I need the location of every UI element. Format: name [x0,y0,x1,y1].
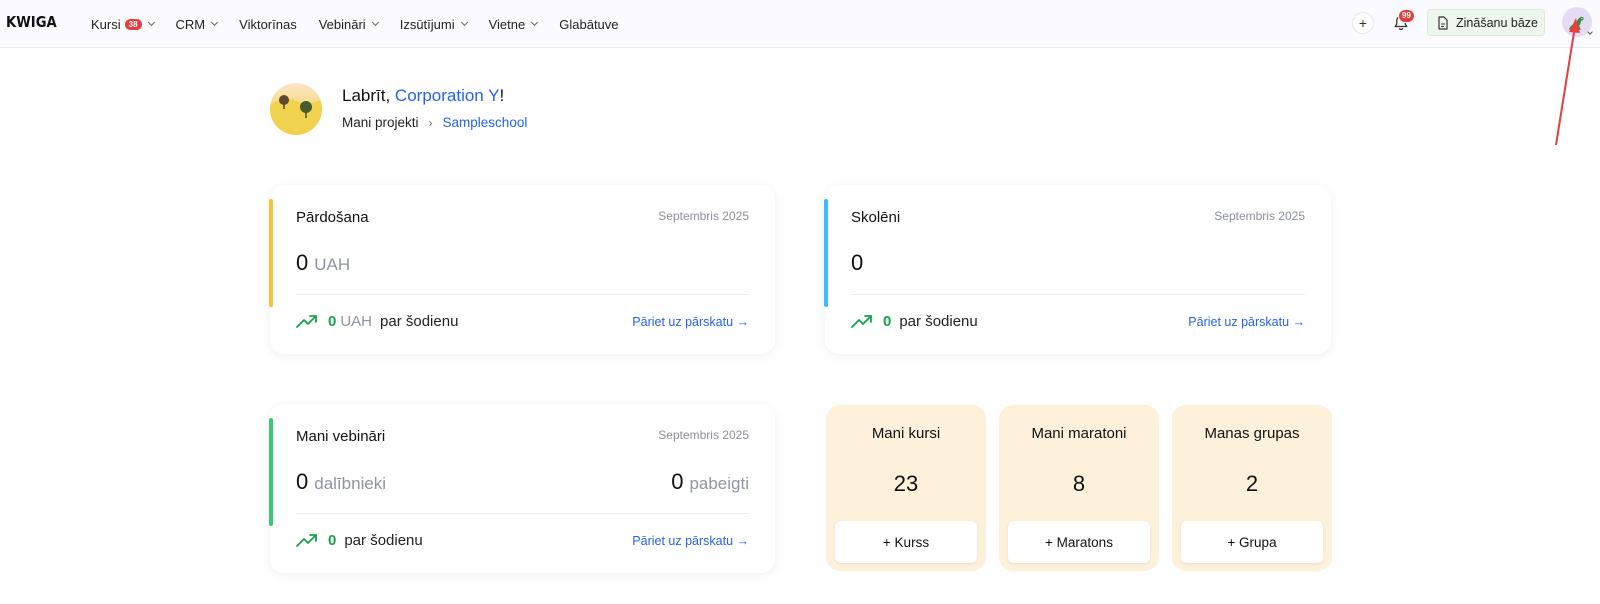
sales-card: Pārdošana Septembris 2025 0 UAH 0 UAH par… [269,185,775,354]
participants-count: 0 [296,469,309,494]
today-label: par šodienu [899,313,978,330]
tile-my-courses: Mani kursi 23 + Kurss [826,405,986,571]
tile-title: Mani kursi [871,425,941,442]
menu-item-label: CRM [175,16,206,32]
menu-item-label: Glabātuve [559,16,619,32]
menu-item-label: Izsūtījumi [399,16,455,32]
menu-item-label: Kursi [91,16,121,32]
card-divider [296,294,749,295]
students-today-value: 0 [883,313,892,330]
webinars-card: Mani vebināri Septembris 2025 0 dalībniek… [269,404,775,573]
menu-item-label: Viktorīnas [239,16,297,32]
card-divider [851,294,1305,295]
annotation-arrow-icon [1555,18,1580,146]
tile-value: 23 [893,471,919,496]
greeting: Labrīt, Corporation Y! [342,86,504,106]
kwiga-logo[interactable]: KWIGA [6,13,57,31]
menu-item-kursi[interactable]: Kursi 38 [91,16,155,32]
menu-item-izsutijumi[interactable]: Izsūtījumi [399,16,468,32]
greeting-suffix: ! [499,86,505,105]
students-today: 0 par šodienu [851,313,978,330]
menu-item-glabatuve[interactable]: Glabātuve [559,17,618,32]
today-label: par šodienu [344,532,423,549]
card-period: Septembris 2025 [658,209,749,223]
add-marathon-button[interactable]: + Maratons [1008,521,1150,563]
menu-item-vebinari[interactable]: Vebināri [318,16,379,32]
sales-accent-bar [269,199,273,307]
add-new-button[interactable]: + [1352,12,1374,34]
webinars-completed: 0 pabeigti [671,469,749,495]
card-divider [296,513,749,514]
tile-value: 2 [1245,471,1259,496]
breadcrumb: Mani projekti › Sampleschool [342,115,527,130]
chevron-down-icon [147,18,155,27]
participants-unit: dalībnieki [314,474,387,493]
chevron-down-icon [460,18,468,27]
card-title: Mani vebināri [296,428,386,445]
sales-report-link[interactable]: Pāriet uz pārskatu → [632,315,749,329]
knowledge-base-label: Zināšanu bāze [1456,15,1539,30]
knowledge-base-button[interactable]: Zināšanu bāze [1427,9,1545,36]
breadcrumb-current[interactable]: Sampleschool [443,115,528,130]
main-menu: Kursi 38 CRM Viktorīnas Vebināri Izsūtīj… [91,0,641,48]
sales-amount: 0 [296,250,309,275]
sales-value: 0 UAH [296,250,350,276]
webinars-report-link[interactable]: Pāriet uz pārskatu → [632,534,749,548]
chevron-down-icon [531,18,539,27]
trending-up-icon [851,314,872,328]
document-icon [1438,15,1448,30]
completed-count: 0 [671,469,684,494]
kursi-count-badge: 38 [124,18,142,30]
webinars-today-value: 0 [328,532,337,549]
tile-my-marathons: Mani maratoni 8 + Maratons [999,405,1159,571]
chevron-down-icon [371,18,379,27]
card-title: Skolēni [851,209,901,226]
chevron-down-icon [211,18,219,27]
breadcrumb-root[interactable]: Mani projekti [342,115,419,130]
webinars-today: 0 par šodienu [296,532,423,549]
top-navbar: KWIGA Kursi 38 CRM Viktorīnas Vebināri I… [0,0,1600,48]
menu-item-vietne[interactable]: Vietne [488,16,539,32]
trending-up-icon [296,533,317,547]
menu-item-crm[interactable]: CRM [175,16,219,32]
today-label: par šodienu [380,313,459,330]
trending-up-icon [296,314,317,328]
sales-unit: UAH [314,255,351,274]
menu-item-label: Vietne [488,16,526,32]
students-card: Skolēni Septembris 2025 0 0 par šodienu … [824,185,1331,354]
greeting-prefix: Labrīt, [342,86,395,105]
tile-value: 8 [1072,471,1086,496]
greeting-user-name: Corporation Y [394,86,500,105]
notifications-count-badge: 99 [1398,9,1415,23]
chevron-right-icon: › [428,115,433,130]
card-title: Pārdošana [296,209,369,226]
menu-item-label: Vebināri [318,16,366,32]
tile-title: Manas grupas [1204,425,1300,442]
students-accent-bar [824,199,828,307]
project-avatar [270,83,322,135]
sales-today: 0 UAH par šodienu [296,313,458,330]
completed-unit: pabeigti [689,474,749,493]
sales-today-value: 0 [328,313,337,330]
tile-my-groups: Manas grupas 2 + Grupa [1172,405,1332,571]
menu-item-viktorinas[interactable]: Viktorīnas [239,17,297,32]
card-period: Septembris 2025 [1214,209,1305,223]
webinars-accent-bar [269,418,273,526]
students-report-link[interactable]: Pāriet uz pārskatu → [1188,315,1305,329]
add-group-button[interactable]: + Grupa [1181,521,1323,563]
add-course-button[interactable]: + Kurss [835,521,977,563]
sales-today-unit: UAH [340,313,373,330]
card-period: Septembris 2025 [658,428,749,442]
webinars-participants: 0 dalībnieki [296,469,386,495]
students-value: 0 [851,250,864,275]
tile-title: Mani maratoni [1031,425,1127,442]
